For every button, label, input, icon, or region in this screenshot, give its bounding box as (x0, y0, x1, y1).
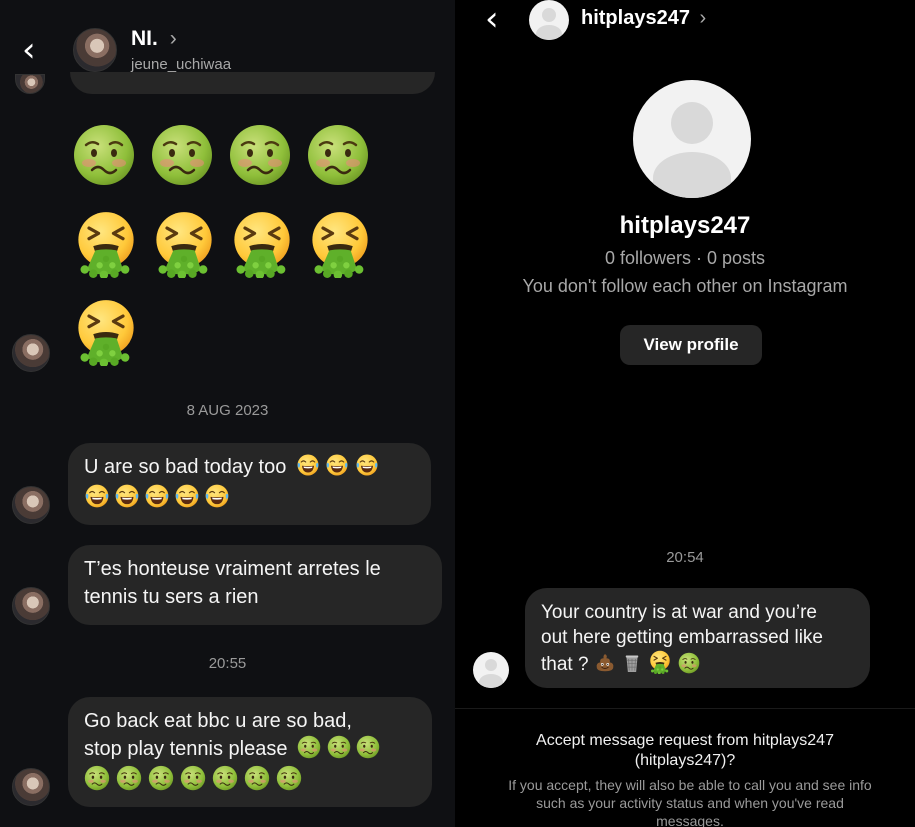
nauseated-emoji-icon (84, 765, 110, 791)
divider (455, 708, 915, 709)
message-line: T’es honteuse vraiment arretes le (84, 558, 381, 580)
nauseated-emoji-icon (116, 765, 142, 791)
sender-avatar (15, 74, 45, 94)
time-separator: 20:54 (666, 549, 704, 566)
profile-name: hitplays247 (619, 212, 751, 239)
joy-emoji-icon (325, 453, 349, 477)
nauseated-face-emoji-icon (678, 652, 700, 674)
nauseated-face-icon (150, 123, 214, 187)
joy-emoji-icon (144, 483, 170, 509)
vomiting-face-icon (306, 210, 374, 278)
request-title-line: Accept message request from hitplays247 (536, 732, 834, 749)
message-line: Your country is at war and you’re (541, 602, 818, 623)
message-text: U are so bad today too (84, 456, 287, 478)
contact-avatar[interactable] (529, 0, 569, 40)
vomiting-face-icon (228, 210, 296, 278)
message-bubble[interactable]: T’es honteuse vraiment arretes le tennis… (68, 545, 442, 625)
message-line: tennis tu sers a rien (84, 586, 259, 608)
message-line: U are so bad today too (84, 453, 415, 481)
request-title-line: (hitplays247)? (634, 752, 736, 769)
nauseated-emoji-icon (356, 735, 380, 759)
joy-emoji-icon (355, 453, 379, 477)
message-line: that ? (541, 650, 854, 677)
time-separator: 20:55 (208, 655, 247, 672)
nauseated-emoji-icon (327, 735, 351, 759)
profile-stats: 0 followers · 0 posts (604, 248, 766, 268)
joy-emoji-icon (84, 483, 110, 509)
message-request-title: Accept message request from hitplays247 … (455, 731, 915, 771)
joy-emoji-icon (114, 483, 140, 509)
message-bubble[interactable]: Your country is at war and you’re out he… (525, 588, 870, 688)
message-bubble[interactable]: Go back eat bbc u are so bad, stop play … (68, 697, 432, 807)
follow-relation: You don't follow each other on Instagram (522, 276, 848, 296)
nauseated-emoji-icon (244, 765, 270, 791)
wastebasket-emoji-icon (621, 652, 643, 674)
nauseated-emoji-icon (212, 765, 238, 791)
message-emoji-line (84, 483, 415, 517)
contact-avatar[interactable] (73, 28, 117, 72)
right-chat-panel: ‹ hitplays247 › hitplays247 0 followers … (455, 0, 915, 827)
message-request-info: If you accept, they will also be able to… (475, 776, 905, 827)
contact-name-row[interactable]: hitplays247 › (581, 7, 706, 30)
nauseated-emoji-icon (148, 765, 174, 791)
nauseated-emoji-icon (180, 765, 206, 791)
request-info-line: If you accept, they will also be able to… (508, 777, 872, 793)
back-chevron-icon[interactable]: ‹ (22, 33, 36, 67)
view-profile-button[interactable]: View profile (620, 325, 762, 365)
sender-avatar (12, 768, 50, 806)
message-text: that ? (541, 654, 589, 675)
nauseated-face-icon (228, 123, 292, 187)
message-text: stop play tennis please (84, 738, 288, 760)
request-info-line: messages. (656, 813, 724, 827)
pile-of-poo-emoji-icon (594, 652, 616, 674)
message-line: Go back eat bbc u are so bad, (84, 710, 352, 732)
back-chevron-icon[interactable]: ‹ (485, 2, 499, 36)
nauseated-emoji-icon (297, 735, 321, 759)
nauseated-emoji-icon (276, 765, 302, 791)
message-bubble[interactable]: U are so bad today too (68, 443, 431, 525)
contact-name-row[interactable]: NI. › (131, 27, 177, 51)
contact-name: hitplays247 (581, 7, 690, 29)
chevron-right-icon: › (169, 27, 177, 50)
contact-username: jeune_uchiwaa (131, 56, 232, 73)
joy-emoji-icon (204, 483, 230, 509)
left-chat-panel: ‹ NI. › jeune_uchiwaa 8 AUG 2023 U are s… (0, 0, 455, 827)
message-emoji-line (84, 765, 416, 799)
nauseated-face-icon (72, 123, 136, 187)
contact-name: NI. (131, 27, 158, 50)
sender-avatar (12, 334, 50, 372)
previous-message-bubble (70, 72, 435, 94)
vomiting-face-emoji-icon (648, 650, 672, 674)
vomiting-face-icon (72, 298, 140, 366)
message-line: out here getting embarrassed like (541, 627, 823, 648)
vomiting-face-icon (72, 210, 140, 278)
request-info-line: such as your activity status and when yo… (536, 795, 844, 811)
profile-avatar[interactable] (633, 80, 751, 198)
sender-avatar (473, 652, 509, 688)
date-separator: 8 AUG 2023 (186, 402, 269, 419)
vomiting-face-icon (150, 210, 218, 278)
sender-avatar (12, 587, 50, 625)
chevron-right-icon: › (699, 7, 707, 29)
message-line: stop play tennis please (84, 735, 416, 763)
joy-emoji-icon (174, 483, 200, 509)
joy-emoji-icon (296, 453, 320, 477)
nauseated-face-icon (306, 123, 370, 187)
sender-avatar (12, 486, 50, 524)
